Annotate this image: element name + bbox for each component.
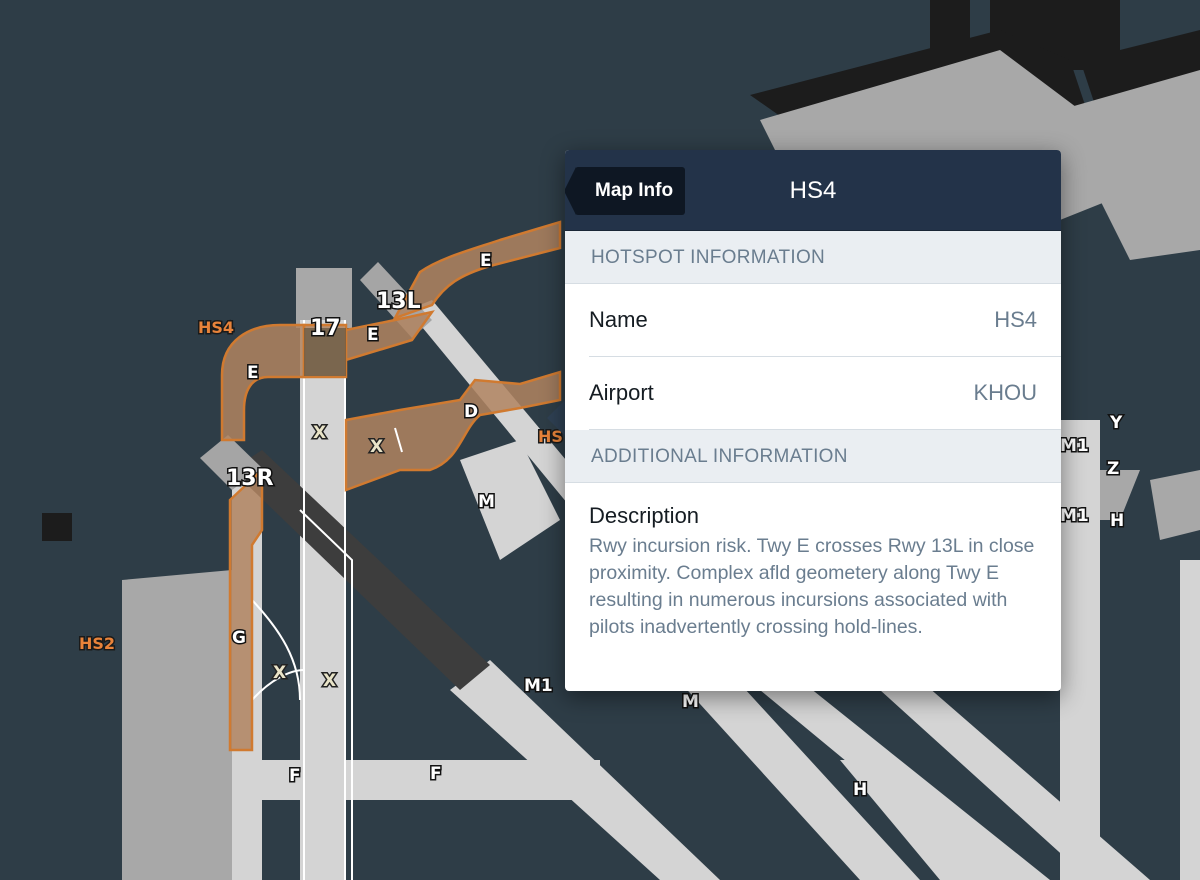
hotspot-information-header: HOTSPOT INFORMATION xyxy=(565,231,1061,284)
taxiway-label-m: M xyxy=(478,492,495,512)
airport-value: KHOU xyxy=(973,380,1037,405)
taxiway-label-g: G xyxy=(232,628,246,648)
additional-information-header: ADDITIONAL INFORMATION xyxy=(565,430,1061,483)
name-label: Name xyxy=(589,307,648,332)
taxiway-label-m: M xyxy=(682,692,699,712)
taxiway-label-h: H xyxy=(1110,511,1124,531)
taxiway-label-f: F xyxy=(289,766,301,786)
airport-row: Airport KHOU xyxy=(589,357,1061,430)
taxiway-label-d: D xyxy=(464,402,478,422)
hotspot-label-hs2[interactable]: HS2 xyxy=(78,633,117,655)
runway-label-13l: 13L xyxy=(376,289,421,314)
taxiway-label-y: Y xyxy=(1109,413,1123,433)
popover-title: HS4 xyxy=(789,177,837,204)
closed-taxiway-mark: X xyxy=(313,423,326,443)
airport-label: Airport xyxy=(589,380,654,405)
runway-label-13r: 13R xyxy=(226,466,274,491)
taxiway-label-m1: M1 xyxy=(524,676,553,696)
taxiway-label-e: E xyxy=(247,363,259,383)
closed-taxiway-mark: X xyxy=(370,437,383,457)
closed-taxiway-mark: X xyxy=(323,671,336,691)
description-block: Description Rwy incursion risk. Twy E cr… xyxy=(565,483,1061,641)
taxiway-label-f: F xyxy=(430,764,442,784)
taxiway-label-m1: M1 xyxy=(1060,436,1089,456)
taxiway-label-z: Z xyxy=(1107,459,1119,479)
runway-label-17: 17 xyxy=(310,316,341,341)
name-row: Name HS4 xyxy=(589,284,1061,357)
hotspot-label-hs4[interactable]: HS4 xyxy=(197,317,236,339)
taxiway-label-h: H xyxy=(853,780,867,800)
closed-taxiway-mark: X xyxy=(273,663,286,683)
popover-header: Map Info HS4 xyxy=(565,150,1061,231)
taxiway-label-e: E xyxy=(480,251,492,271)
description-label: Description xyxy=(589,503,700,528)
description-text: Rwy incursion risk. Twy E crosses Rwy 13… xyxy=(589,535,1035,638)
taxiway-label-e: E xyxy=(367,325,379,345)
name-value: HS4 xyxy=(994,307,1037,332)
taxiway-label-m1: M1 xyxy=(1060,506,1089,526)
hotspot-info-popover: Map Info HS4 HOTSPOT INFORMATION Name HS… xyxy=(565,150,1061,691)
popover-arrow xyxy=(547,399,566,437)
